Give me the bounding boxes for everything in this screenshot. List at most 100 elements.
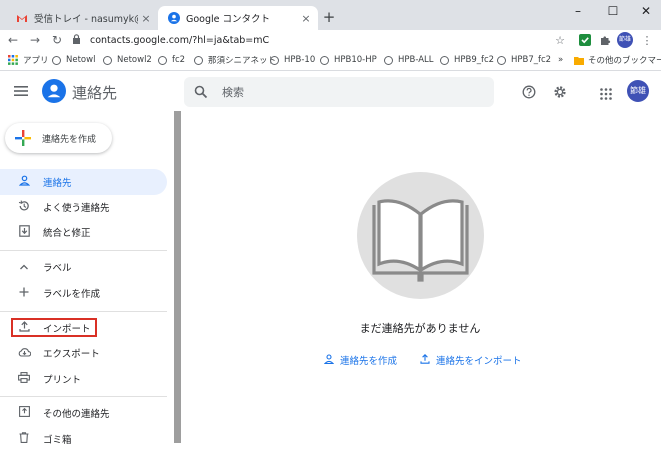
print-icon bbox=[17, 372, 31, 386]
sidebar-divider bbox=[0, 396, 167, 397]
bookmark-apps[interactable]: アプリ bbox=[8, 53, 49, 67]
bookmark-label: HPB10-HP bbox=[334, 55, 377, 65]
sidebar-item-label: 統合と修正 bbox=[43, 228, 91, 239]
bookmark-item[interactable]: HPB-ALL bbox=[384, 53, 434, 67]
sidebar-item-frequent[interactable]: よく使う連絡先 bbox=[0, 194, 167, 220]
new-tab-button[interactable]: + bbox=[320, 8, 338, 26]
search-placeholder: 検索 bbox=[222, 86, 244, 99]
history-icon bbox=[17, 200, 31, 215]
tab-google-contacts[interactable]: Google コンタクト × bbox=[158, 6, 318, 30]
sidebar-item-export[interactable]: エクスポート bbox=[0, 340, 167, 366]
sidebar-item-create-label[interactable]: ラベルを作成 bbox=[0, 280, 167, 306]
create-contact-link[interactable]: 連絡先を作成 bbox=[323, 353, 398, 367]
create-contact-label: 連絡先を作成 bbox=[42, 134, 97, 145]
sidebar-item-label: ラベル bbox=[43, 263, 72, 274]
empty-state-message: まだ連絡先がありません bbox=[359, 322, 481, 335]
sidebar-item-print[interactable]: プリント bbox=[0, 366, 167, 392]
sidebar-item-labels[interactable]: ラベル bbox=[0, 254, 167, 280]
bookmark-label: 那須シニアネット bbox=[208, 56, 277, 66]
browser-menu-icon[interactable]: ⋮ bbox=[638, 31, 656, 49]
lock-icon bbox=[72, 33, 84, 47]
search-icon[interactable] bbox=[194, 85, 208, 99]
bookmark-item[interactable]: fc2 bbox=[158, 53, 185, 67]
chevron-up-icon bbox=[17, 261, 31, 274]
contacts-favicon-icon bbox=[168, 12, 180, 24]
sidebar-item-label: ゴミ箱 bbox=[43, 435, 72, 446]
sidebar-scrollbar[interactable] bbox=[174, 111, 181, 443]
other-bookmarks[interactable]: その他のブックマーク bbox=[574, 53, 661, 67]
tab-close-icon[interactable]: × bbox=[138, 12, 154, 25]
globe-icon bbox=[158, 55, 167, 65]
profile-avatar[interactable]: 節雄 bbox=[616, 31, 634, 49]
bookmark-star-icon[interactable]: ☆ bbox=[551, 31, 569, 49]
bookmark-label: HPB9_fc2 bbox=[454, 55, 495, 65]
bookmark-item[interactable]: Netowl bbox=[52, 53, 95, 67]
tab-title: Google コンタクト bbox=[186, 14, 271, 25]
forward-button[interactable]: → bbox=[26, 31, 44, 49]
sidebar-item-trash[interactable]: ゴミ箱 bbox=[0, 426, 167, 452]
sidebar-divider bbox=[0, 311, 167, 312]
globe-icon bbox=[384, 55, 393, 65]
url-text: contacts.google.com/?hl=ja&tab=mC bbox=[90, 34, 270, 46]
globe-icon bbox=[440, 55, 449, 65]
extensions-puzzle-icon[interactable] bbox=[596, 31, 614, 49]
colorful-plus-icon bbox=[15, 130, 31, 146]
main-menu-icon[interactable] bbox=[14, 83, 32, 99]
tab-title: 受信トレイ - nasumyk@gmail.com bbox=[34, 14, 138, 25]
sidebar-item-label: ラベルを作成 bbox=[43, 289, 101, 300]
globe-icon bbox=[320, 55, 329, 65]
import-highlight-frame bbox=[11, 318, 97, 337]
bookmark-item[interactable]: HPB-10 bbox=[270, 53, 315, 67]
sidebar-item-contacts[interactable]: 連絡先 bbox=[0, 169, 167, 195]
extension-check-icon[interactable] bbox=[576, 31, 594, 49]
settings-gear-icon[interactable] bbox=[553, 84, 567, 98]
sidebar-item-label: よく使う連絡先 bbox=[43, 203, 110, 214]
contacts-logo-icon[interactable] bbox=[42, 79, 66, 103]
globe-icon bbox=[52, 55, 61, 65]
bookmark-item[interactable]: 那須シニアネット bbox=[194, 53, 276, 67]
profile-avatar-label: 節雄 bbox=[617, 32, 633, 48]
sidebar-item-merge[interactable]: 統合と修正 bbox=[0, 219, 167, 245]
bookmark-label: Netowl bbox=[66, 55, 96, 65]
gmail-icon bbox=[17, 15, 27, 22]
tab-close-icon[interactable]: × bbox=[298, 12, 314, 25]
import-contacts-link-label: 連絡先をインポート bbox=[436, 356, 522, 367]
bookmark-label: HPB7_fc2 bbox=[511, 55, 552, 65]
google-apps-icon[interactable] bbox=[600, 85, 614, 100]
plus-icon bbox=[17, 287, 31, 300]
bookmark-label: HPB-10 bbox=[284, 55, 316, 65]
window-close-button[interactable]: ✕ bbox=[631, 2, 661, 20]
contacts-header: 連絡先 検索 節雄 bbox=[0, 71, 661, 111]
sidebar-item-label: プリント bbox=[43, 375, 82, 386]
sidebar-item-other-contacts[interactable]: その他の連絡先 bbox=[0, 400, 167, 426]
help-icon[interactable] bbox=[522, 84, 536, 99]
search-bar[interactable]: 検索 bbox=[184, 77, 494, 107]
empty-state-illustration bbox=[357, 172, 484, 299]
bookmark-item[interactable]: HPB10-HP bbox=[320, 53, 377, 67]
create-contact-button[interactable]: 連絡先を作成 bbox=[5, 123, 112, 153]
sidebar-item-label: 連絡先 bbox=[43, 178, 72, 189]
browser-tab-strip: 受信トレイ - nasumyk@gmail.com × Google コンタクト… bbox=[0, 0, 661, 30]
trash-icon bbox=[17, 432, 31, 446]
bookmarks-overflow-button[interactable]: » bbox=[558, 53, 563, 67]
bookmark-label: fc2 bbox=[172, 55, 186, 65]
import-contacts-link[interactable]: 連絡先をインポート bbox=[420, 353, 522, 367]
sidebar-divider bbox=[0, 250, 167, 251]
create-contact-link-label: 連絡先を作成 bbox=[340, 356, 398, 367]
address-bar[interactable]: contacts.google.com/?hl=ja&tab=mC bbox=[72, 31, 572, 49]
reload-button[interactable]: ↻ bbox=[48, 31, 66, 49]
app-title[interactable]: 連絡先 bbox=[72, 82, 117, 103]
tab-gmail[interactable]: 受信トレイ - nasumyk@gmail.com × bbox=[6, 6, 158, 30]
maximize-button[interactable]: ☐ bbox=[598, 2, 628, 20]
account-avatar[interactable]: 節雄 bbox=[627, 80, 649, 102]
bookmark-item[interactable]: HPB9_fc2 bbox=[440, 53, 494, 67]
bookmark-label: アプリ bbox=[23, 56, 49, 66]
back-button[interactable]: ← bbox=[4, 31, 22, 49]
minimize-button[interactable]: – bbox=[563, 2, 593, 20]
bookmark-item[interactable]: Netowl2 bbox=[103, 53, 152, 67]
person-add-icon bbox=[323, 353, 335, 367]
bookmark-item[interactable]: HPB7_fc2 bbox=[497, 53, 551, 67]
apps-grid-icon bbox=[8, 55, 18, 65]
globe-icon bbox=[270, 55, 279, 65]
sidebar-item-label: エクスポート bbox=[43, 349, 100, 360]
